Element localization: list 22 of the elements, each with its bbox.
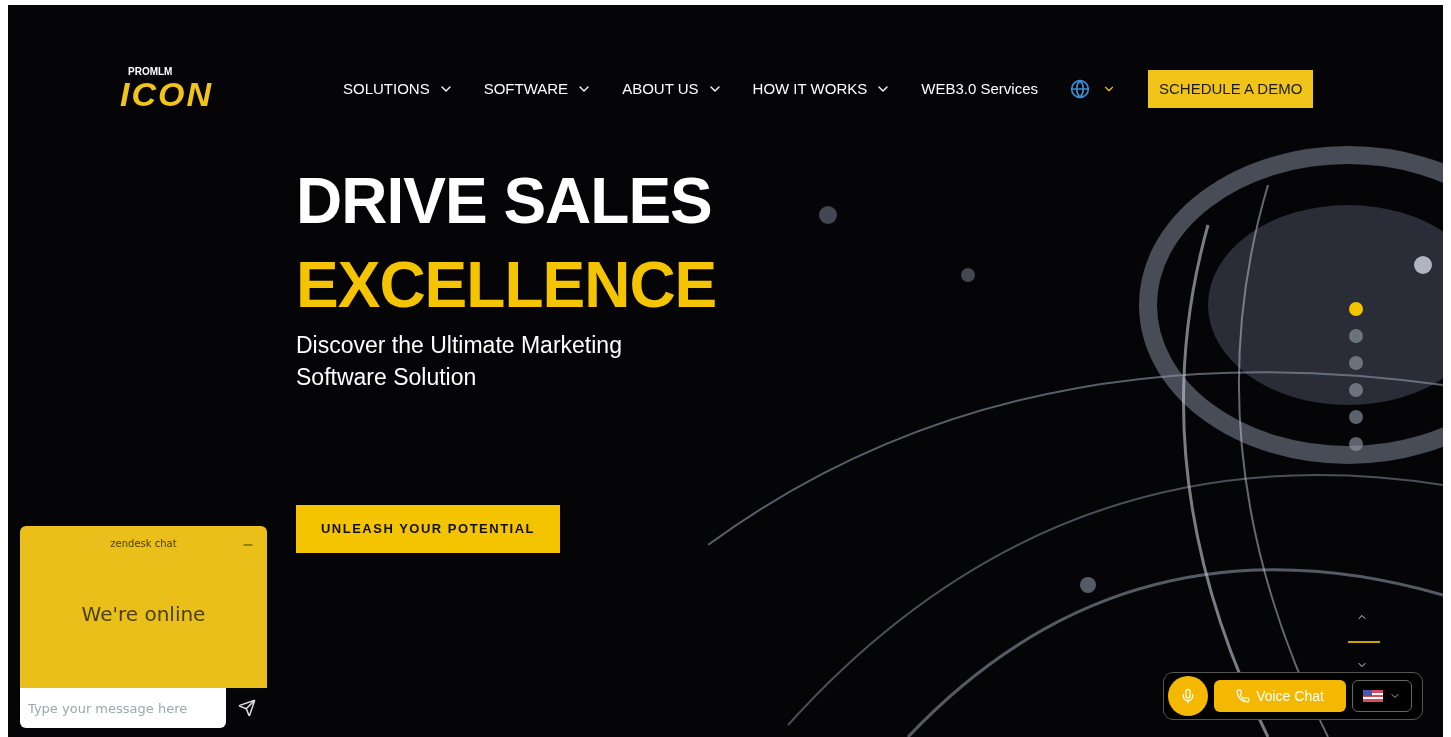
flag-icon bbox=[1363, 690, 1383, 702]
nav-link[interactable]: SOFTWARE bbox=[483, 77, 593, 101]
message-input[interactable]: Type your message here bbox=[20, 688, 226, 728]
microphone-icon bbox=[1180, 688, 1196, 704]
nav-link[interactable]: ABOUT US bbox=[622, 77, 723, 101]
unleash-potential-button[interactable]: UNLEASH YOUR POTENTIAL bbox=[296, 505, 560, 553]
chat-status: We're online bbox=[81, 601, 206, 628]
nav-link[interactable]: SOLUTIONS bbox=[343, 77, 454, 101]
language-selector[interactable] bbox=[1070, 79, 1116, 99]
language-dropdown[interactable] bbox=[1352, 680, 1412, 712]
phone-icon bbox=[1236, 689, 1251, 703]
globe-icon bbox=[1070, 79, 1090, 99]
hero-title: DRIVE SALES bbox=[296, 164, 712, 239]
nav-link[interactable]: WEB3.0 Services bbox=[921, 77, 1038, 101]
nav-link[interactable]: HOW IT WORKS bbox=[752, 77, 892, 101]
logo[interactable]: PROMLM ICON bbox=[120, 67, 213, 111]
chat-title: zendesk chat bbox=[110, 537, 177, 551]
send-icon[interactable] bbox=[238, 699, 256, 717]
hero-title-highlight: EXCELLENCE bbox=[296, 248, 717, 323]
schedule-demo-button[interactable]: SCHEDULE A DEMO bbox=[1148, 69, 1314, 109]
microphone-button[interactable] bbox=[1168, 676, 1208, 716]
hero-subtitle: Discover the Ultimate Marketing Software Solution bbox=[296, 331, 623, 392]
